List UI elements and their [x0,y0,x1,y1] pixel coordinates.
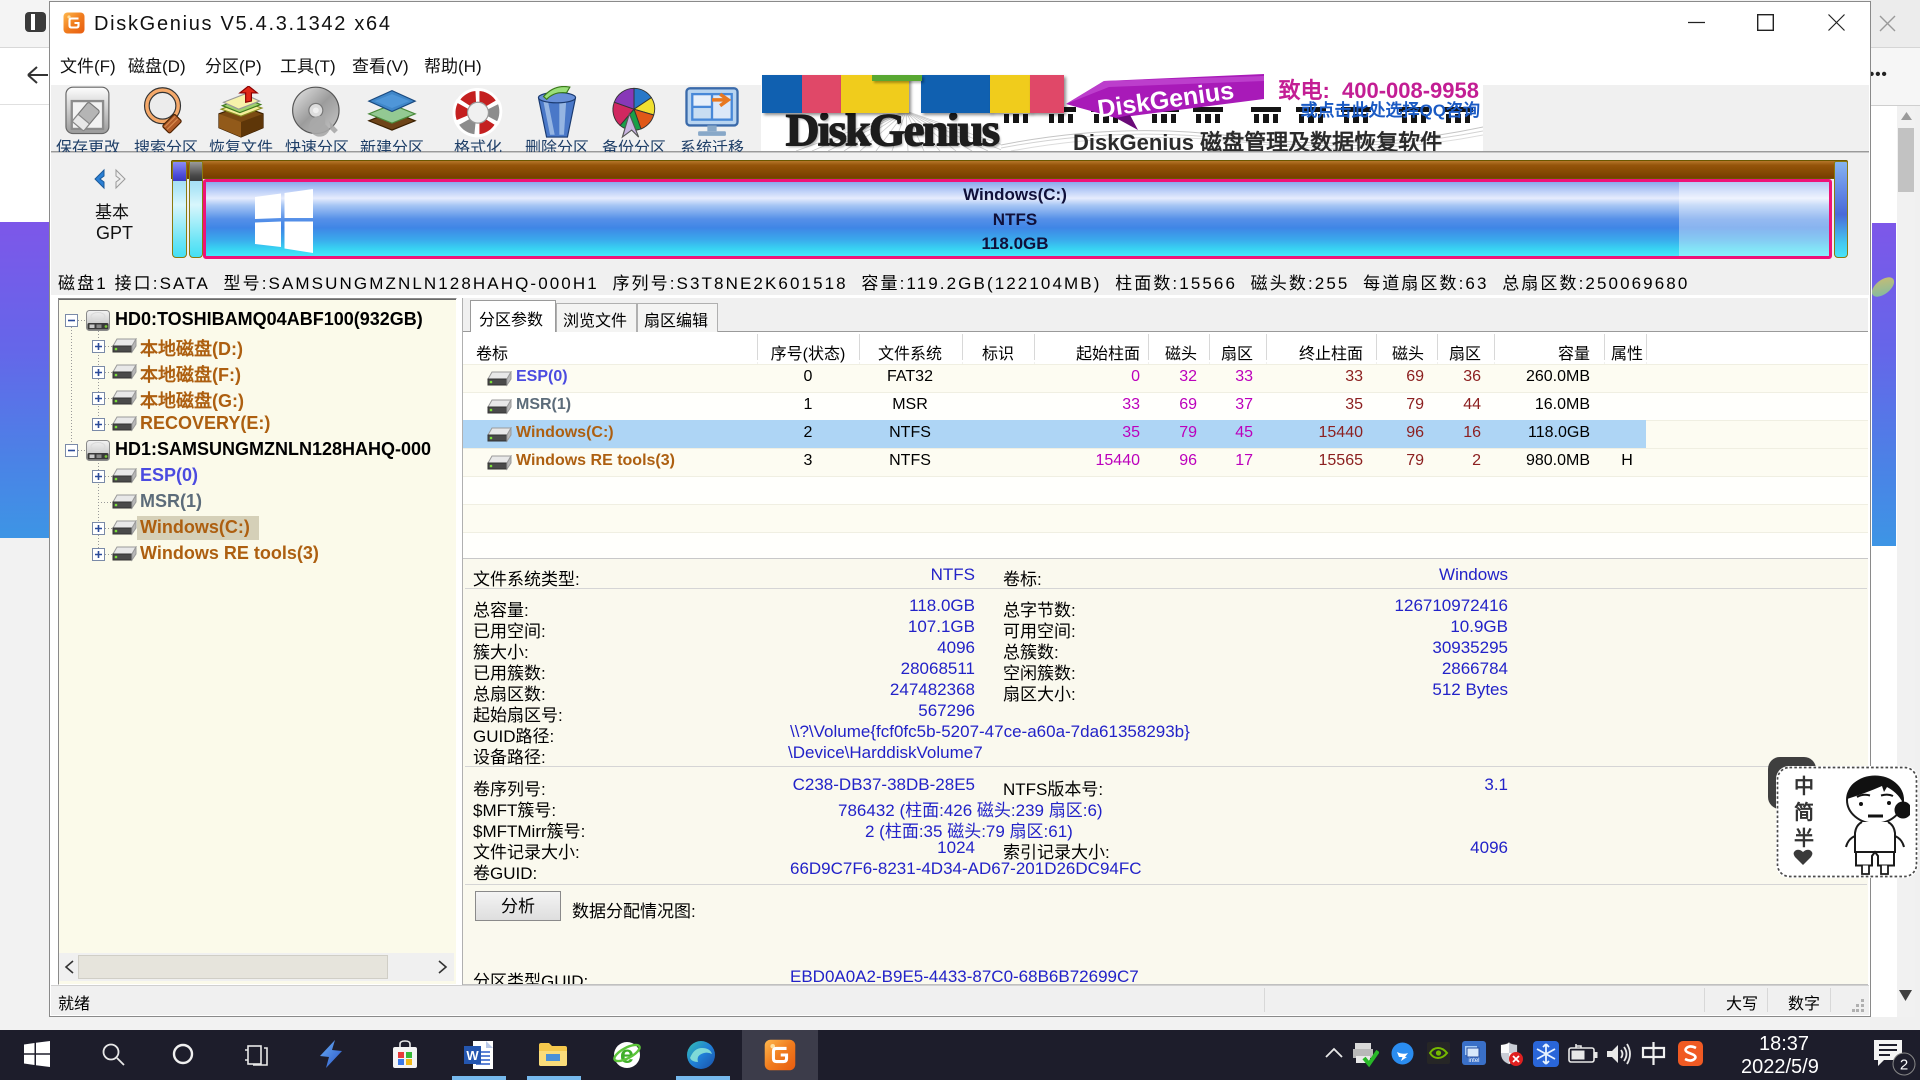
svg-text:W: W [466,1048,479,1063]
svg-text:2: 2 [1900,1057,1908,1074]
svg-text:intel: intel [1468,1058,1479,1064]
